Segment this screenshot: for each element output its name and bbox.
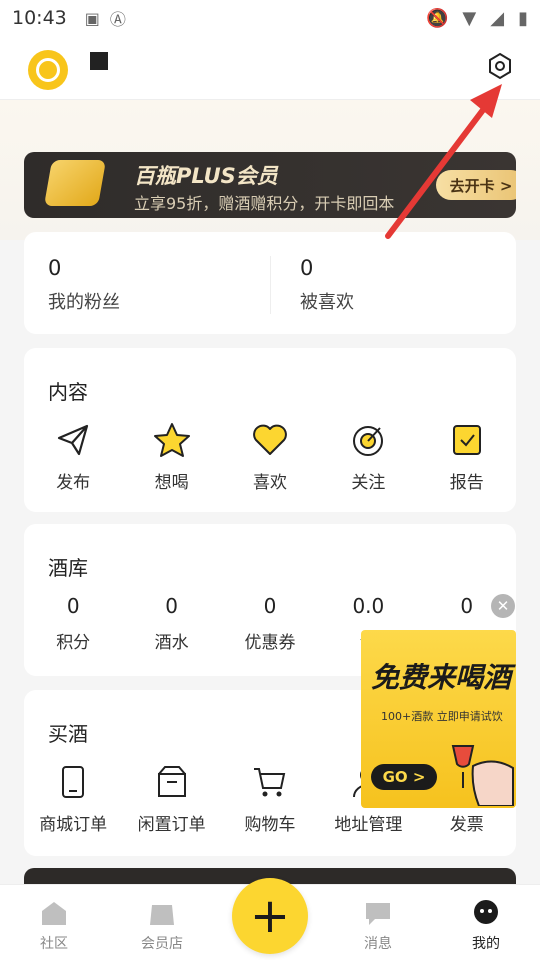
box-icon xyxy=(157,766,186,797)
content-grid: 发布 想喝 喜欢 关注 报告 xyxy=(24,420,516,493)
target-icon xyxy=(353,426,384,456)
tab-messages-label: 消息 xyxy=(364,936,392,952)
tab-mine[interactable]: 我的 xyxy=(432,885,540,960)
coupon-item[interactable]: 0 优惠券 xyxy=(221,594,319,653)
promo-go-button[interactable]: GO > xyxy=(371,764,437,790)
content-title: 内容 xyxy=(48,380,88,404)
plus-membership-banner[interactable]: 百瓶PLUS会员 立享95折，赠酒赠积分，开卡即回本 去开卡 > xyxy=(24,152,516,218)
hand-glass-icon xyxy=(451,745,514,806)
invoice-label: 发票 xyxy=(449,815,484,835)
heart-icon xyxy=(253,424,287,455)
liked-count: 0 xyxy=(300,256,314,280)
battery-icon: ▮ xyxy=(518,7,528,29)
coupon-value: 0 xyxy=(263,594,277,618)
liked-stat[interactable]: 0 被喜欢 xyxy=(300,256,354,314)
idle-orders-item[interactable]: 闲置订单 xyxy=(122,762,220,835)
gear-icon[interactable] xyxy=(486,52,514,80)
signal-icon: ◢ xyxy=(490,7,505,29)
tab-mine-label: 我的 xyxy=(472,936,500,952)
shop-icon xyxy=(150,905,174,925)
top-bar xyxy=(0,36,540,100)
status-time: 10:43 xyxy=(12,7,67,29)
mute-icon: 🔕 xyxy=(425,7,449,29)
publish-item[interactable]: 发布 xyxy=(24,420,122,493)
like-item[interactable]: 喜欢 xyxy=(221,420,319,493)
publish-label: 发布 xyxy=(56,473,91,493)
image-icon: ▣ xyxy=(84,8,100,28)
plus-subtitle: 立享95折，赠酒赠积分，开卡即回本 xyxy=(134,194,395,213)
address-label: 地址管理 xyxy=(334,815,403,835)
mall-orders-label: 商城订单 xyxy=(39,815,108,835)
cart-label: 购物车 xyxy=(244,815,296,835)
plus-title: 百瓶PLUS会员 xyxy=(134,164,278,188)
tab-community-label: 社区 xyxy=(40,936,68,952)
plus-logo-icon xyxy=(43,160,107,206)
close-icon[interactable]: ✕ xyxy=(491,594,515,618)
star-icon xyxy=(153,423,190,457)
tab-member-shop[interactable]: 会员店 xyxy=(108,885,216,960)
wine-value: 0 xyxy=(165,594,178,618)
extra-value: 0 xyxy=(460,594,474,618)
balance-value: 0.0 xyxy=(352,594,385,618)
fans-label: 我的粉丝 xyxy=(48,292,120,313)
fans-stat[interactable]: 0 我的粉丝 xyxy=(48,256,120,314)
want-drink-label: 想喝 xyxy=(154,473,189,493)
message-icon xyxy=(366,903,390,925)
free-drink-promo[interactable]: 免费来喝酒 100+酒款 立即申请试饮 GO > xyxy=(361,630,516,808)
avatar[interactable] xyxy=(28,50,68,90)
tab-community[interactable]: 社区 xyxy=(0,885,108,960)
stats-card: 0 我的粉丝 0 被喜欢 xyxy=(24,232,516,334)
mall-orders-item[interactable]: 商城订单 xyxy=(24,762,122,835)
report-icon xyxy=(452,425,481,455)
report-label: 报告 xyxy=(449,473,484,493)
buy-title: 买酒 xyxy=(48,722,88,746)
status-bar: 10:43 ▣ Ⓐ 🔕 ▼ ◢ ▮ xyxy=(0,0,540,36)
wifi-icon: ▼ xyxy=(462,7,477,29)
want-drink-item[interactable]: 想喝 xyxy=(122,420,220,493)
home-icon xyxy=(42,902,66,925)
cellar-title: 酒库 xyxy=(48,556,88,580)
points-label: 积分 xyxy=(56,633,91,653)
points-item[interactable]: 0 积分 xyxy=(24,594,122,653)
tab-messages[interactable]: 消息 xyxy=(324,885,432,960)
promo-title: 免费来喝酒 xyxy=(371,661,512,694)
wine-item[interactable]: 0 酒水 xyxy=(122,594,220,653)
like-label: 喜欢 xyxy=(252,473,287,493)
follow-label: 关注 xyxy=(351,473,386,493)
profile-icon xyxy=(474,900,498,924)
report-item[interactable]: 报告 xyxy=(418,420,516,493)
idle-orders-label: 闲置订单 xyxy=(137,815,206,835)
plus-icon[interactable]: + xyxy=(232,878,308,954)
liked-label: 被喜欢 xyxy=(300,292,354,313)
phone-icon xyxy=(62,766,85,798)
wine-label: 酒水 xyxy=(154,633,189,653)
divider xyxy=(270,256,271,314)
tab-member-shop-label: 会员店 xyxy=(141,936,183,952)
open-card-button[interactable]: 去开卡 > xyxy=(436,170,516,200)
paper-plane-icon xyxy=(58,424,89,456)
coupon-label: 优惠券 xyxy=(244,633,296,653)
cart-icon xyxy=(253,768,286,797)
content-card: 内容 发布 想喝 喜欢 关注 报告 xyxy=(24,348,516,512)
points-value: 0 xyxy=(66,594,80,618)
username-placeholder xyxy=(90,52,108,70)
cart-item[interactable]: 购物车 xyxy=(221,762,319,835)
fans-count: 0 xyxy=(48,256,62,280)
font-icon: Ⓐ xyxy=(109,10,126,29)
promo-subtitle: 100+酒款 立即申请试饮 xyxy=(381,710,503,723)
follow-item[interactable]: 关注 xyxy=(319,420,417,493)
